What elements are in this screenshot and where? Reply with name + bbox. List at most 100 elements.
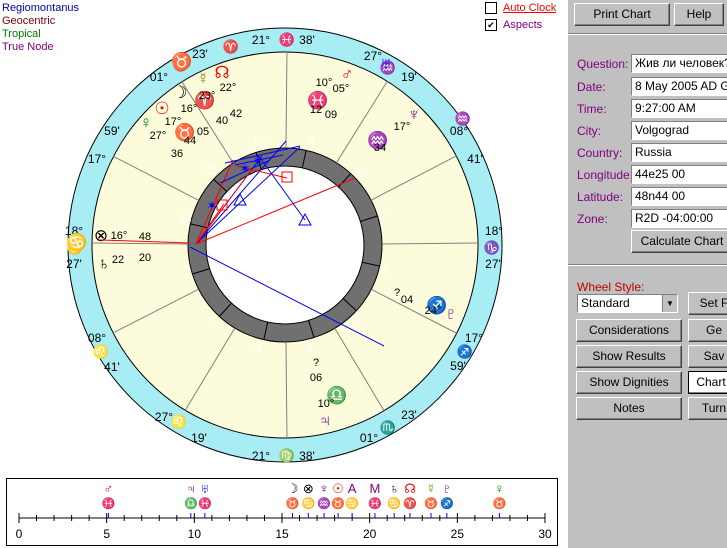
cusp-sign-icon: ♐ [457, 344, 473, 359]
strip-planet-icon: A [348, 481, 357, 496]
help-button[interactable]: Help [674, 3, 724, 26]
cusp-minute: 38' [299, 33, 315, 47]
planet-value: 12 [310, 104, 322, 116]
strip-planet-icon: ☉ [332, 481, 344, 496]
divider [568, 264, 727, 266]
strip-planet-icon: ☽ [287, 481, 299, 496]
cusp-degree: 01° [360, 431, 378, 445]
planet-value: 23° [199, 90, 216, 102]
cusp-degree: 21° [252, 449, 270, 463]
strip-planet-icon: ♀ [495, 481, 505, 496]
planet-value: 34 [374, 142, 386, 154]
planet-value: 05 [197, 126, 209, 138]
planet-glyph-icon: ♂ [341, 65, 354, 84]
turn-button[interactable]: Turn [688, 397, 727, 420]
strip-sign-icon: ♒ [317, 497, 331, 510]
zone-field[interactable]: R2D -04:00:00 [631, 209, 727, 228]
planet-value: 27° [150, 130, 167, 142]
strip-sign-icon: ♓ [368, 497, 382, 510]
sextile-aspect-icon: ✶ [240, 161, 251, 176]
strip-planet-icon: M [370, 481, 381, 496]
chevron-down-icon[interactable]: ▼ [662, 295, 677, 312]
strip-planet-icon: ☊ [404, 481, 416, 496]
show-dignities-button[interactable]: Show Dignities [576, 371, 682, 394]
cusp-degree: 01° [150, 70, 168, 84]
cusp-minute: 19' [191, 431, 207, 445]
strip-tick-label: 5 [103, 527, 110, 541]
house-number-3: 3 [255, 341, 262, 355]
planet-value: 10° [318, 398, 335, 410]
cusp-sign-icon: ♑ [484, 240, 500, 255]
cusp-minute: 38' [299, 449, 315, 463]
cusp-sign-icon: ♌ [171, 414, 187, 429]
strip-sign-icon: ♉ [493, 497, 507, 510]
country-field[interactable]: Russia [631, 143, 727, 162]
planet-glyph-icon: ♉ [171, 51, 192, 71]
cusp-minute: 19' [401, 70, 417, 84]
notes-button[interactable]: Notes [576, 397, 682, 420]
planet-value: 36 [171, 148, 183, 160]
house-number-4: 4 [306, 340, 313, 354]
planet-value: 10° [316, 77, 333, 89]
house-number-8: 8 [355, 165, 362, 179]
calculate-chart-button[interactable]: Calculate Chart [631, 230, 727, 253]
cusp-sign-icon: ♈ [223, 39, 239, 54]
planet-glyph-icon: ♅ [380, 54, 393, 73]
strip-sign-icon: ♈ [403, 497, 417, 510]
wheel-style-label: Wheel Style: [577, 280, 645, 294]
degree-strip-graph: 0 5 10 15 20 25 30♂♓♃♎♅♓☽♉⊗♋♆♒☉♉A♋M♓♄♋☊♈☿♉♇♐♀♉ [16, 481, 552, 541]
strip-planet-icon: ♂ [104, 481, 114, 496]
strip-sign-icon: ♋ [345, 497, 359, 510]
strip-sign-icon: ♉ [286, 497, 300, 510]
save-button[interactable]: Sav [688, 345, 727, 368]
planet-value: 44 [184, 135, 196, 147]
longitude-field[interactable]: 44e25 00 [631, 165, 727, 184]
wheel-style-select[interactable]: Standard ▼ [577, 294, 678, 313]
city-field[interactable]: Volgograd [631, 121, 727, 140]
considerations-button[interactable]: Considerations [576, 319, 682, 342]
date-field[interactable]: 8 May 2005 AD GC [631, 77, 727, 96]
planet-glyph-icon: ☊ [214, 63, 229, 82]
show-results-button[interactable]: Show Results [576, 345, 682, 368]
strip-sign-icon: ♋ [387, 497, 401, 510]
cusp-minute: 27' [485, 257, 501, 271]
planet-value: 24° [425, 305, 442, 317]
cusp-degree: 08° [450, 124, 468, 138]
strip-tick-label: 0 [16, 527, 23, 541]
strip-sign-icon: ♉ [424, 497, 438, 510]
planet-value: 06 [310, 372, 322, 384]
planet-value: 42 [230, 108, 242, 120]
latitude-field[interactable]: 48n44 00 [631, 187, 727, 206]
house-number-7: 7 [381, 210, 388, 224]
planet-value: 05° [333, 83, 350, 95]
divider [568, 33, 727, 35]
cusp-degree: 59' [104, 124, 120, 138]
control-panel: Print Chart Help Question: Жив ли челове… [568, 0, 727, 548]
strip-planet-icon: ⊗ [303, 481, 314, 496]
strip-planet-icon: ♅ [200, 481, 210, 496]
strip-planet-icon: ☿ [426, 481, 436, 496]
date-label: Date: [577, 80, 606, 94]
planet-glyph-icon: ♋ [66, 232, 87, 252]
planet-glyph-icon: ♄ [98, 254, 111, 273]
planet-value: 22 [112, 254, 124, 266]
strip-sign-icon: ♐ [440, 497, 454, 510]
question-field[interactable]: Жив ли человек? [631, 54, 727, 73]
time-label: Time: [577, 102, 607, 116]
house-number-5: 5 [354, 312, 361, 326]
ge-button[interactable]: Ge [688, 319, 727, 342]
question-label: Question: [577, 57, 629, 71]
set-button[interactable]: Set F [688, 292, 727, 315]
planet-glyph-icon: ☿ [197, 69, 210, 88]
cusp-minute: 41' [467, 152, 483, 166]
time-field[interactable]: 9:27:00 AM [631, 99, 727, 118]
cusp-degree: 17° [465, 331, 483, 345]
print-chart-button[interactable]: Print Chart [574, 3, 670, 26]
cusp-sign-icon: ♌ [93, 344, 109, 359]
strip-tick-label: 10 [188, 527, 202, 541]
planet-value: 40 [216, 115, 228, 127]
planet-value: ? [313, 357, 319, 369]
country-label: Country: [577, 146, 623, 160]
chart-button[interactable]: Chart i [688, 371, 727, 394]
cusp-degree: 17° [88, 152, 106, 166]
